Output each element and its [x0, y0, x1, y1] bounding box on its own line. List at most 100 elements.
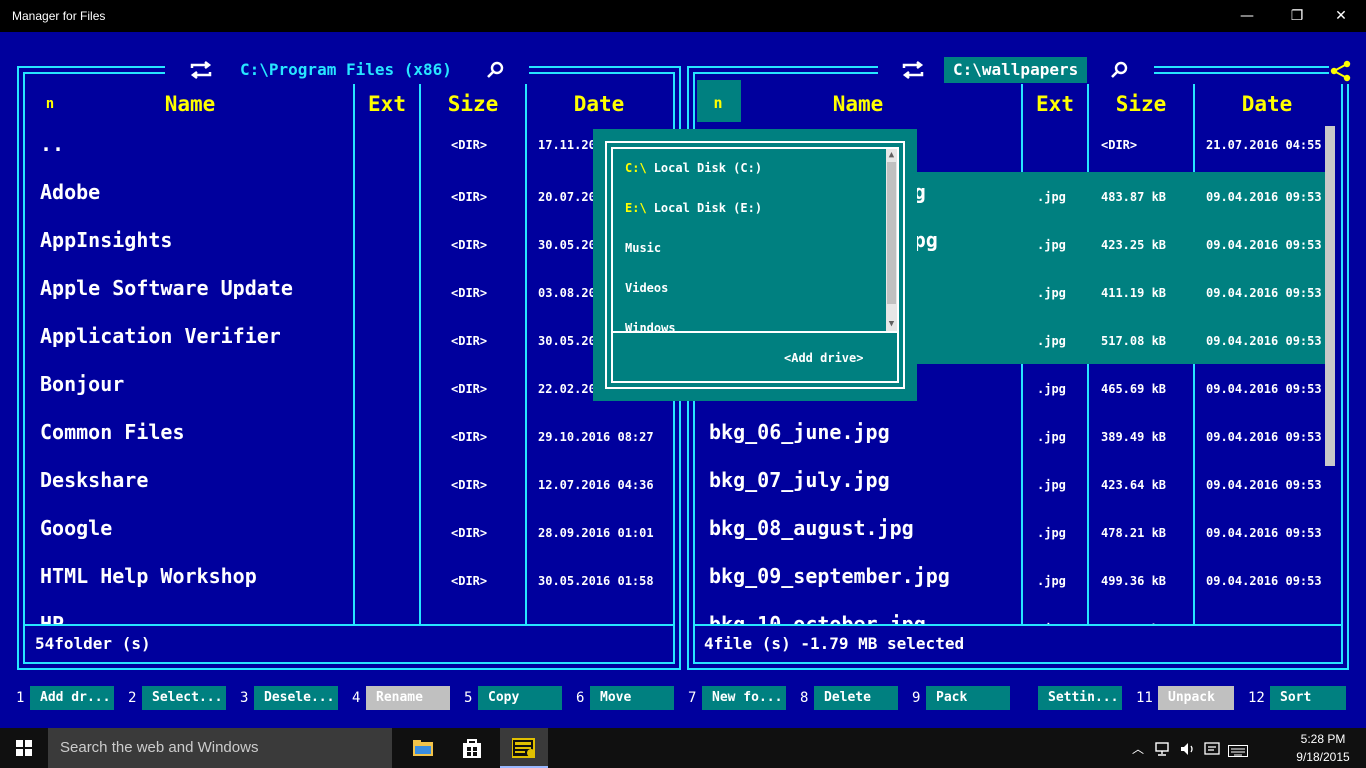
- left-path[interactable]: C:\Program Files (x86): [240, 60, 452, 79]
- cell-date: 09.04.2016 09:53: [1206, 334, 1322, 348]
- drive-item[interactable]: Music: [625, 241, 661, 255]
- add-drive-link[interactable]: <Add drive>: [784, 351, 863, 365]
- right-header-ext[interactable]: Ext: [1023, 92, 1087, 116]
- function-key-button[interactable]: Desele...: [254, 686, 338, 710]
- file-explorer-icon[interactable]: [412, 737, 434, 759]
- show-hidden-icons-icon[interactable]: ︿: [1132, 740, 1144, 757]
- function-key-button[interactable]: Add dr...: [30, 686, 114, 710]
- function-key-button[interactable]: Delete: [814, 686, 898, 710]
- right-scrollbar-thumb[interactable]: [1325, 126, 1335, 466]
- function-key-number: 11: [1136, 690, 1153, 706]
- table-row[interactable]: bkg_06_june.jpg .jpg 389.49 kB 09.04.2016 0…: [695, 412, 1325, 460]
- network-icon[interactable]: [1155, 741, 1171, 756]
- taskbar-search[interactable]: Search the web and Windows: [48, 728, 392, 768]
- title-bar: Manager for Files — ❐ ✕: [0, 0, 1366, 32]
- search-right-icon[interactable]: [1110, 60, 1130, 80]
- cell-date: 09.04.2016 09:53: [1206, 478, 1322, 492]
- cell-size: 411.19 kB: [1101, 286, 1167, 300]
- table-row[interactable]: Adobe<DIR>20.07.2016 01:47: [25, 172, 673, 220]
- table-row[interactable]: Common Files <DIR> 29.10.2016 08:27: [25, 412, 673, 460]
- windows-start-icon[interactable]: [16, 740, 32, 756]
- function-key-number: 2: [128, 690, 137, 706]
- table-row[interactable]: HTML Help Workshop <DIR> 30.05.2016 01:58: [25, 556, 673, 604]
- cell-name: ..: [40, 132, 65, 156]
- table-row[interactable]: Google <DIR> 28.09.2016 01:01: [25, 508, 673, 556]
- cell-date: 09.04.2016 09:53: [1206, 622, 1325, 624]
- table-row[interactable]: Application Verifier<DIR>30.05.2016 01:5…: [25, 316, 673, 364]
- left-file-list[interactable]: ..<DIR>17.11.2016 04:27Adobe<DIR>20.07.2…: [25, 120, 673, 624]
- table-row[interactable]: Bonjour<DIR>22.02.2016 03:11: [25, 364, 673, 412]
- table-row[interactable]: Apple Software Update<DIR>03.08.2016 12:…: [25, 268, 673, 316]
- table-row[interactable]: bkg_10_october.jpg .jpg 420.87 kB 09.04.201…: [695, 604, 1325, 624]
- right-header-name[interactable]: Name: [740, 92, 976, 116]
- left-header-size[interactable]: Size: [421, 92, 525, 116]
- cell-ext: .jpg: [1037, 430, 1066, 444]
- scroll-down-icon[interactable]: ▼: [886, 319, 897, 330]
- function-key-number: 3: [240, 690, 249, 706]
- taskbar-time[interactable]: 5:28 PM: [1290, 732, 1356, 746]
- scroll-up-icon[interactable]: ▲: [886, 150, 897, 161]
- minimize-button[interactable]: —: [1224, 0, 1270, 32]
- taskbar-date[interactable]: 9/18/2015: [1290, 750, 1356, 764]
- function-key-button[interactable]: Copy: [478, 686, 562, 710]
- cell-date: 28.09.2016 01:01: [538, 526, 654, 540]
- drive-item[interactable]: Videos: [625, 281, 668, 295]
- function-key-button[interactable]: Settin...: [1038, 686, 1122, 710]
- function-key-button[interactable]: Pack: [926, 686, 1010, 710]
- function-key-button[interactable]: Sort: [1270, 686, 1346, 710]
- table-row[interactable]: ..<DIR>17.11.2016 04:27: [25, 120, 673, 168]
- share-icon[interactable]: [1330, 60, 1352, 82]
- refresh-right-icon[interactable]: [900, 58, 926, 82]
- drive-label: Windows: [625, 321, 676, 331]
- left-header-ext[interactable]: Ext: [355, 92, 419, 116]
- right-header-n[interactable]: n: [700, 94, 736, 112]
- right-path[interactable]: C:\wallpapers: [944, 57, 1088, 83]
- table-row[interactable]: HP <DIR>15.08.2016 10:10: [25, 604, 673, 624]
- notifications-icon[interactable]: [1204, 741, 1220, 755]
- function-key-button[interactable]: New fo...: [702, 686, 786, 710]
- cell-date: 29.10.2016 08:27: [538, 430, 654, 444]
- left-header-n[interactable]: n: [40, 96, 60, 112]
- left-header-name[interactable]: Name: [60, 92, 320, 116]
- cell-date: 12.07.2016 04:36: [538, 478, 654, 492]
- cell-ext: .jpg: [1037, 190, 1066, 204]
- drive-item[interactable]: C:\ Local Disk (C:): [625, 161, 762, 175]
- table-row[interactable]: bkg_09_september.jpg .jpg 499.36 kB 09.04.2…: [695, 556, 1325, 604]
- cell-size: 423.64 kB: [1101, 478, 1167, 492]
- function-key-button[interactable]: Select...: [142, 686, 226, 710]
- cell-name: Common Files: [40, 420, 185, 444]
- function-key-number: 4: [352, 690, 361, 706]
- cell-size: <DIR>: [451, 286, 488, 300]
- close-button[interactable]: ✕: [1318, 0, 1364, 32]
- manager-for-files-taskbar-icon[interactable]: [511, 737, 536, 759]
- table-row[interactable]: Deskshare <DIR> 12.07.2016 04:36: [25, 460, 673, 508]
- function-key-button[interactable]: Rename: [366, 686, 450, 710]
- maximize-button[interactable]: ❐: [1274, 0, 1320, 32]
- right-header-date[interactable]: Date: [1195, 92, 1339, 116]
- drive-item[interactable]: Windows: [625, 321, 676, 331]
- right-header-size[interactable]: Size: [1089, 92, 1193, 116]
- function-key-button[interactable]: Move: [590, 686, 674, 710]
- cell-date: 09.04.2016 09:53: [1206, 430, 1322, 444]
- drive-letter: E:\: [625, 201, 647, 215]
- table-row[interactable]: bkg_08_august.jpg .jpg 478.21 kB 09.04.2016…: [695, 508, 1325, 556]
- cell-name: Apple Software Update: [40, 276, 293, 300]
- keyboard-icon[interactable]: [1228, 742, 1248, 757]
- store-icon[interactable]: [461, 737, 483, 759]
- function-key-button[interactable]: Unpack: [1158, 686, 1234, 710]
- drive-scrollbar-thumb[interactable]: [887, 162, 896, 304]
- drive-list[interactable]: C:\ Local Disk (C:) E:\ Local Disk (E:) Musi…: [613, 149, 885, 331]
- table-row[interactable]: AppInsights<DIR>30.05.2016 01:58: [25, 220, 673, 268]
- table-row[interactable]: bkg_07_july.jpg .jpg 423.64 kB 09.04.2016 0…: [695, 460, 1325, 508]
- window-title: Manager for Files: [12, 9, 106, 23]
- cell-ext: .jpg: [1037, 334, 1066, 348]
- cell-size: 478.21 kB: [1101, 526, 1167, 540]
- volume-icon[interactable]: [1180, 741, 1196, 755]
- left-header-date[interactable]: Date: [527, 92, 671, 116]
- search-left-icon[interactable]: [486, 60, 506, 80]
- cell-name: Application Verifier: [40, 324, 281, 348]
- drive-item[interactable]: E:\ Local Disk (E:): [625, 201, 762, 215]
- cell-size: <DIR>: [451, 574, 488, 588]
- refresh-left-icon[interactable]: [188, 58, 214, 82]
- cell-ext: .jpg: [1037, 526, 1066, 540]
